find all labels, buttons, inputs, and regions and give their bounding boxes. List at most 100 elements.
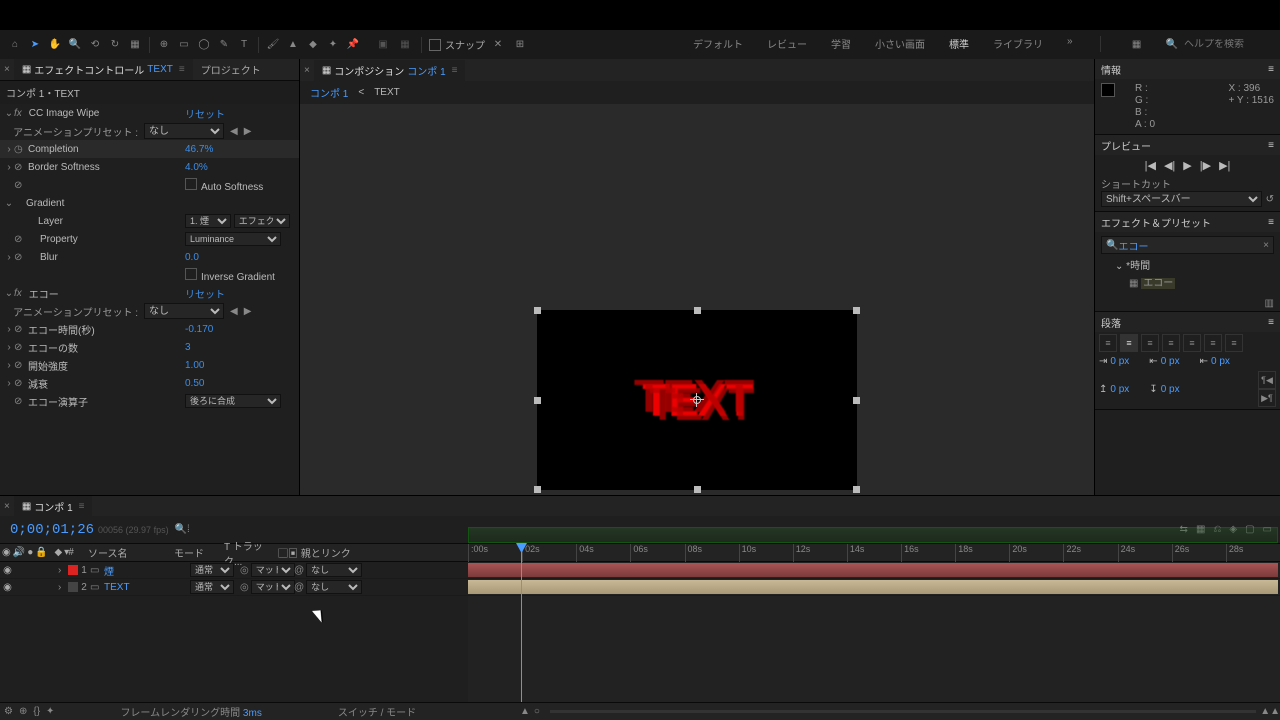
indent-right-value[interactable]: 0 px (1211, 356, 1230, 367)
snap-opt1-icon[interactable]: ✕ (489, 36, 507, 54)
prop-echo-num[interactable]: エコーの数 (28, 340, 185, 355)
twirl-icon[interactable]: › (4, 162, 14, 173)
tab-project[interactable]: プロジェクト (193, 59, 269, 80)
workspace-standard[interactable]: 標準 (949, 36, 969, 54)
ellipse-tool-icon[interactable]: ◯ (195, 36, 213, 54)
fx-badge-icon[interactable]: fx (14, 108, 26, 119)
twirl-icon[interactable]: › (4, 324, 14, 335)
workspace-small[interactable]: 小さい画面 (875, 36, 925, 54)
preset-prev-icon[interactable]: ◀ (230, 306, 238, 317)
fx-search[interactable]: 🔍 × (1101, 236, 1274, 254)
toggle-modes-icon[interactable]: ⊕ (19, 706, 27, 717)
tree-item-echo[interactable]: ▦ エコー (1105, 273, 1270, 290)
pickwhip-icon[interactable]: @ (294, 565, 304, 576)
resize-handle[interactable] (534, 397, 541, 404)
switches-modes-toggle[interactable]: スイッチ / モード (338, 704, 416, 719)
layer-name[interactable]: TEXT (102, 582, 190, 593)
last-frame-icon[interactable]: ▶| (1219, 159, 1230, 172)
parent-select[interactable]: なし (306, 563, 362, 577)
preset-select[interactable]: なし (144, 303, 224, 319)
crumb-comp[interactable]: コンポ 1 (310, 85, 348, 100)
rect-tool-icon[interactable]: ▭ (175, 36, 193, 54)
col-parent[interactable]: 親とリンク (301, 549, 351, 560)
puppet-tool-icon[interactable]: 📌 (344, 36, 362, 54)
matte-icon[interactable]: ◎ (240, 565, 249, 576)
inverse-checkbox[interactable] (185, 268, 197, 280)
space-after-value[interactable]: 0 px (1161, 384, 1180, 395)
shortcut-select[interactable]: Shift+スペースバー (1101, 191, 1262, 207)
layer-color-swatch[interactable] (68, 565, 78, 575)
preset-next-icon[interactable]: ▶ (244, 126, 252, 137)
col-source[interactable]: ソース名 (84, 545, 174, 560)
time-ruler[interactable]: :00s02s04s06s08s10s12s14s16s18s20s22s24s… (468, 544, 1280, 562)
pickwhip-icon[interactable]: @ (294, 582, 304, 593)
camera-tool-icon[interactable]: ▦ (126, 36, 144, 54)
toggle-render-icon[interactable]: ✦ (46, 706, 54, 717)
matte-icon[interactable]: ◎ (240, 582, 249, 593)
blend-mode-select[interactable]: 通常 (190, 563, 234, 577)
search-icon[interactable]: 🔍⁞ (175, 524, 190, 535)
eraser-tool-icon[interactable]: ◆ (304, 36, 322, 54)
clear-search-icon[interactable]: × (1263, 240, 1269, 251)
reset-link[interactable]: リセット (185, 286, 295, 301)
selection-tool-icon[interactable]: ➤ (26, 36, 44, 54)
decay-value[interactable]: 0.50 (185, 378, 295, 389)
anchor-point-icon[interactable] (690, 393, 704, 407)
workspace-more-icon[interactable]: » (1067, 36, 1073, 54)
zoom-tool-icon[interactable]: 🔍 (66, 36, 84, 54)
track-matte-select[interactable]: マット (251, 580, 295, 594)
stopwatch-icon[interactable]: ◷ (14, 144, 28, 155)
reset-link[interactable]: リセット (185, 106, 295, 121)
panel-layout-icon[interactable]: ▦ (1128, 36, 1146, 54)
layer-src-select[interactable]: エフェクトソ (234, 214, 290, 228)
track-matte-select[interactable]: マット (251, 563, 295, 577)
border-value[interactable]: 4.0% (185, 162, 295, 173)
ltr-icon[interactable]: ▶¶ (1258, 389, 1276, 407)
home-icon[interactable]: ⌂ (6, 36, 24, 54)
timeline-zoom-slider[interactable]: ▲○▲▲ (520, 706, 1280, 717)
current-timecode[interactable]: 0;00;01;26 (0, 522, 104, 538)
layer-name[interactable]: 煙 (102, 563, 190, 578)
twirl-icon[interactable]: › (4, 342, 14, 353)
stopwatch-icon[interactable]: ⊘ (14, 342, 28, 353)
snap-opt2-icon[interactable]: ⊞ (511, 36, 529, 54)
parent-select[interactable]: なし (306, 580, 362, 594)
autosoft-checkbox[interactable] (185, 178, 197, 190)
prop-border[interactable]: Border Softness (28, 162, 185, 173)
twirl-icon[interactable]: › (4, 378, 14, 389)
indent-left-value[interactable]: 0 px (1110, 356, 1129, 367)
tree-category[interactable]: ⌄ *時間 (1105, 256, 1270, 273)
mask-mode-icon[interactable]: ▣ (374, 36, 392, 54)
layer-bar-2[interactable] (468, 580, 1278, 594)
tab-menu-icon[interactable]: ≡ (452, 65, 458, 76)
preset-select[interactable]: なし (144, 123, 224, 139)
prop-decay[interactable]: 減衰 (28, 376, 185, 391)
layer-select[interactable]: 1. 煙 (185, 214, 231, 228)
blend-mode-select[interactable]: 通常 (190, 580, 234, 594)
orbit-tool-icon[interactable]: ⟲ (86, 36, 104, 54)
canvas[interactable]: TEXT (537, 310, 857, 490)
stopwatch-icon[interactable]: ⊘ (14, 252, 28, 263)
align-right-icon[interactable]: ≡ (1141, 334, 1159, 352)
reset-icon[interactable]: ↺ (1266, 194, 1274, 205)
prop-blur[interactable]: Blur (28, 252, 185, 263)
echo-op-select[interactable]: 後ろに合成 (185, 394, 281, 408)
tab-composition[interactable]: ▦ コンポジション コンポ 1 ≡ (314, 60, 466, 81)
twirl-icon[interactable]: › (4, 144, 14, 155)
stopwatch-icon[interactable]: ⊘ (14, 396, 28, 407)
resize-handle[interactable] (694, 486, 701, 493)
help-search-input[interactable] (1184, 39, 1274, 50)
anchor-tool-icon[interactable]: ⊕ (155, 36, 173, 54)
play-icon[interactable]: ▶ (1183, 159, 1191, 172)
prop-start-intensity[interactable]: 開始強度 (28, 358, 185, 373)
completion-value[interactable]: 46.7% (185, 144, 295, 155)
property-select[interactable]: Luminance (185, 232, 281, 246)
rotate-tool-icon[interactable]: ↻ (106, 36, 124, 54)
tab-timeline[interactable]: ▦ コンポ 1 ≡ (14, 496, 93, 517)
justify-last-left-icon[interactable]: ≡ (1162, 334, 1180, 352)
col-mode[interactable]: モード (174, 545, 224, 560)
twirl-icon[interactable]: ⌄ (4, 108, 14, 119)
tab-menu-icon[interactable]: ≡ (179, 64, 185, 75)
playhead[interactable] (521, 544, 522, 702)
close-tab-icon[interactable]: × (304, 65, 310, 76)
